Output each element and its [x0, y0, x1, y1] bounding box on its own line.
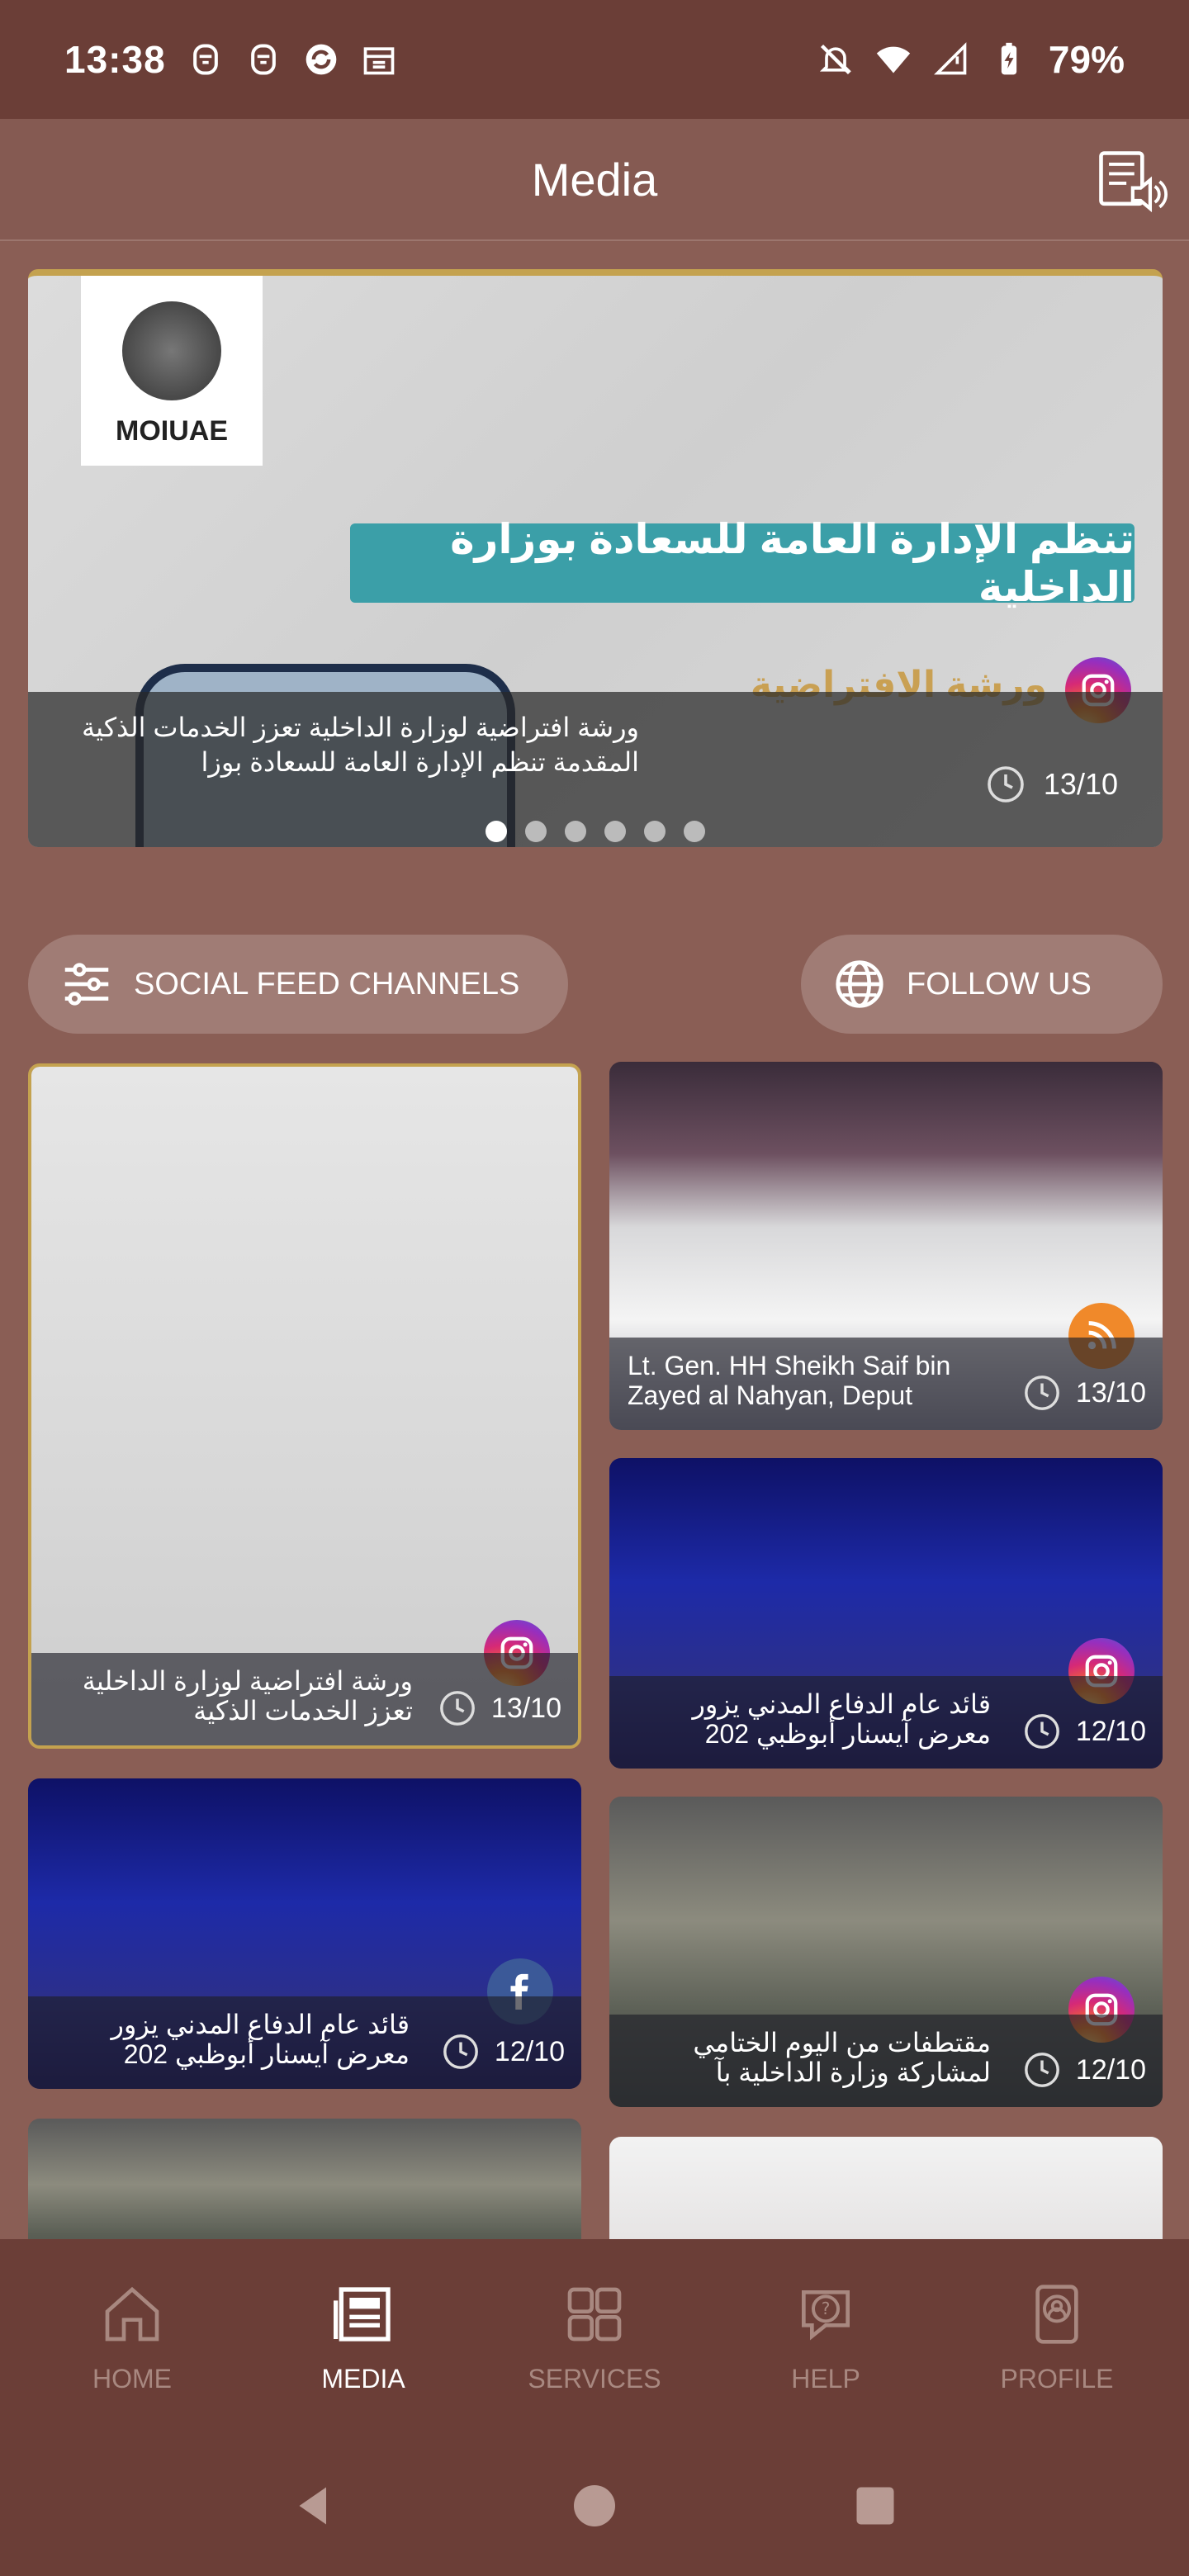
home-circle-icon[interactable]	[570, 2481, 619, 2531]
card-caption-text: قائد عام الدفاع المدني يزور معرض آيسنار …	[692, 1689, 991, 1749]
card-date-text: 12/10	[1075, 2053, 1146, 2086]
nav-services[interactable]: SERVICES	[487, 2281, 702, 2394]
card-caption-text: Lt. Gen. HH Sheikh Saif bin Zayed al Nah…	[628, 1351, 951, 1410]
nav-help[interactable]: ? HELP	[718, 2281, 933, 2394]
hero-banner[interactable]: MOIUAE تنظم الإدارة العامة للسعادة بوزار…	[28, 269, 1163, 847]
hero-ribbon: تنظم الإدارة العامة للسعادة بوزارة الداخ…	[350, 516, 1135, 610]
hero-date: 13/10	[986, 765, 1118, 804]
social-feed-channels-button[interactable]: SOCIAL FEED CHANNELS	[28, 935, 568, 1034]
media-icon	[303, 41, 339, 78]
carousel-dot[interactable]	[565, 821, 586, 842]
card-caption-text: مقتطفات من اليوم الختامي لمشاركة وزارة ا…	[693, 2028, 991, 2087]
status-bar: 13:38 79%	[0, 0, 1189, 119]
status-time: 13:38	[64, 38, 166, 81]
carousel-dot[interactable]	[644, 821, 666, 842]
card-date-text: 12/10	[494, 2035, 565, 2067]
nav-home-label: HOME	[92, 2363, 172, 2394]
nav-media-label: MEDIA	[321, 2363, 405, 2394]
card-date-text: 12/10	[1075, 1715, 1146, 1747]
clock-icon	[440, 1691, 475, 1726]
recents-icon[interactable]	[850, 2481, 900, 2531]
nav-profile-label: PROFILE	[1000, 2363, 1114, 2394]
card-date: 12/10	[1023, 1712, 1146, 1750]
hero-caption-text: ورشة افتراضية لوزارة الداخلية تعزز الخدم…	[82, 713, 639, 777]
app-bar: Media	[0, 119, 1189, 241]
svg-text:?: ?	[822, 2299, 831, 2318]
social-feed-label: SOCIAL FEED CHANNELS	[134, 966, 520, 1002]
clock-icon	[1025, 2053, 1059, 2087]
card-date: 12/10	[442, 2033, 565, 2071]
media-speaker-icon[interactable]	[1092, 144, 1168, 220]
carousel-dot[interactable]	[684, 821, 705, 842]
status-right: 79%	[817, 37, 1125, 82]
app-icon	[187, 41, 224, 78]
system-navigation	[0, 2436, 1189, 2576]
carousel-dot[interactable]	[486, 821, 507, 842]
status-left: 13:38	[64, 37, 397, 82]
back-icon[interactable]	[289, 2481, 339, 2531]
carousel-dot[interactable]	[525, 821, 547, 842]
signal-icon	[933, 41, 969, 78]
nav-services-label: SERVICES	[528, 2363, 661, 2394]
nav-media[interactable]: MEDIA	[256, 2281, 471, 2394]
logo-text: MOIUAE	[116, 415, 228, 447]
emblem-icon	[122, 301, 221, 400]
globe-icon	[836, 960, 883, 1008]
profile-icon	[1035, 2284, 1078, 2344]
feed-card[interactable]: قائد عام الدفاع المدني يزور معرض آيسنار …	[28, 1778, 581, 2089]
card-date: 13/10	[438, 1689, 561, 1727]
clock-icon	[1025, 1376, 1059, 1410]
feed-card[interactable]: Lt. Gen. HH Sheikh Saif bin Zayed al Nah…	[609, 1062, 1163, 1430]
battery-level: 79%	[1048, 38, 1125, 81]
page-title: Media	[531, 153, 658, 206]
bottom-navigation: HOME MEDIA SERVICES ? HELP PROFILE	[0, 2239, 1189, 2436]
feed-card[interactable]: مقتطفات من اليوم الختامي لمشاركة وزارة ا…	[609, 1797, 1163, 2107]
hero-date-text: 13/10	[1043, 767, 1118, 801]
carousel-indicator	[28, 821, 1163, 842]
card-date: 13/10	[1023, 1374, 1146, 1412]
feed-card[interactable]: قائد عام الدفاع المدني يزور معرض آيسنار …	[609, 1458, 1163, 1769]
sliders-icon	[64, 963, 109, 1006]
mute-icon	[817, 41, 854, 78]
calendar-icon	[361, 41, 397, 78]
app-icon	[245, 41, 282, 78]
card-date: 12/10	[1023, 2051, 1146, 2089]
home-icon	[105, 2286, 159, 2341]
follow-us-label: FOLLOW US	[907, 966, 1092, 1002]
clock-icon	[1025, 1714, 1059, 1749]
feed-card[interactable]: ورشة افتراضية لوزارة الداخلية تعزز الخدم…	[28, 1063, 581, 1749]
carousel-dot[interactable]	[604, 821, 626, 842]
newspaper-icon	[334, 2286, 391, 2342]
help-chat-icon: ?	[802, 2290, 850, 2341]
nav-home[interactable]: HOME	[25, 2281, 239, 2394]
wifi-icon	[875, 41, 912, 78]
grid-icon	[567, 2287, 622, 2341]
moiuae-logo: MOIUAE	[81, 276, 263, 466]
nav-help-label: HELP	[791, 2363, 860, 2394]
nav-profile[interactable]: PROFILE	[950, 2281, 1164, 2394]
card-caption-text: قائد عام الدفاع المدني يزور معرض آيسنار …	[111, 2010, 410, 2069]
card-date-text: 13/10	[490, 1692, 561, 1724]
clock-icon	[988, 766, 1024, 803]
card-date-text: 13/10	[1075, 1376, 1146, 1409]
clock-icon	[443, 2034, 478, 2069]
card-caption-text: ورشة افتراضية لوزارة الداخلية تعزز الخدم…	[82, 1666, 413, 1726]
follow-us-button[interactable]: FOLLOW US	[801, 935, 1163, 1034]
battery-icon	[991, 41, 1027, 78]
